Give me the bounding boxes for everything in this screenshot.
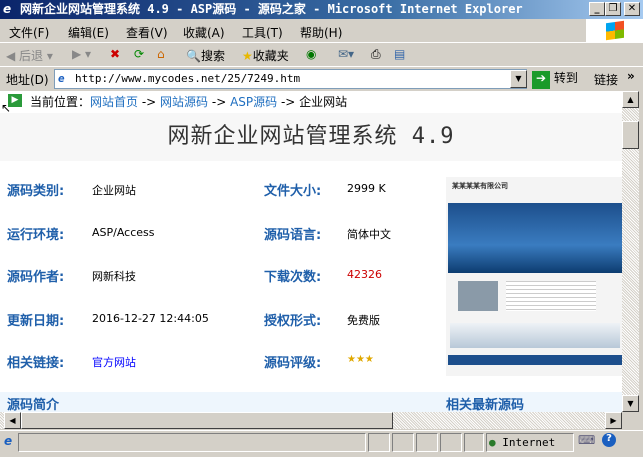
menu-bar: 文件(F) 编辑(E) 查看(V) 收藏(A) 工具(T) 帮助(H) [0, 19, 643, 43]
search-button[interactable]: 🔍搜索 [186, 47, 225, 64]
toolbar: ◀ 后退 ▾ ▶ ▾ ✖ ⟳ ⌂ 🔍搜索 ★收藏夹 ◉ ✉▾ ⎙ ▤ [0, 43, 643, 67]
home-icon[interactable]: ⌂ [157, 47, 165, 61]
chevron-right-icon[interactable]: » [627, 69, 635, 83]
breadcrumb: 当前位置：网站首页 -> 网站源码 -> ASP源码 -> 企业网站 [30, 95, 348, 109]
scroll-thumb[interactable] [622, 121, 639, 149]
status-bar: e ● Internet ⌨ ? [0, 430, 643, 452]
ie-icon: e [3, 2, 12, 16]
menu-file[interactable]: 文件(F) [9, 24, 49, 41]
globe-icon: ● [489, 436, 496, 449]
menu-favorites[interactable]: 收藏(A) [183, 24, 225, 41]
zone-indicator: ● Internet [486, 433, 574, 452]
vertical-scrollbar[interactable]: ▲ ▼ [622, 91, 639, 412]
field-label: 文件大小: [264, 184, 322, 199]
windows-logo [586, 19, 643, 42]
field-label: 下载次数: [264, 270, 322, 285]
menu-view[interactable]: 查看(V) [126, 24, 168, 41]
field-label: 源码作者: [7, 270, 65, 285]
field-value: 2999 K [347, 182, 386, 195]
window-title: 网新企业网站管理系统 4.9 - ASP源码 - 源码之家 - Microsof… [20, 2, 523, 16]
maximize-button[interactable]: ❐ [605, 2, 621, 16]
keyboard-icon[interactable]: ⌨ [578, 433, 595, 447]
field-value: 企业网站 [92, 184, 136, 197]
go-button[interactable]: ➔ 转到 [532, 69, 578, 89]
horizontal-scrollbar[interactable]: ◀ ▶ [0, 412, 622, 429]
mail-icon[interactable]: ✉▾ [338, 47, 354, 61]
download-count: 42326 [347, 268, 382, 281]
field-label: 源码语言: [264, 228, 322, 243]
address-dropdown[interactable]: ▼ [510, 70, 527, 88]
title-bar: 网新企业网站管理系统 4.9 - ASP源码 - 源码之家 - Microsof… [0, 0, 643, 19]
minimize-button[interactable]: _ [589, 2, 605, 16]
field-value: ASP/Access [92, 226, 155, 239]
field-value: 简体中文 [347, 228, 391, 241]
official-site-link[interactable]: 官方网站 [92, 354, 136, 370]
screenshot-company: 某某某某有限公司 [452, 182, 508, 190]
field-label: 更新日期: [7, 314, 65, 329]
breadcrumb-asp[interactable]: ASP源码 [230, 95, 277, 109]
address-input[interactable]: e http://www.mycodes.net/25/7249.htm [54, 69, 527, 89]
print-icon[interactable]: ⎙ [371, 47, 381, 62]
section-intro-heading: 源码简介 [7, 398, 60, 412]
section-related-heading: 相关最新源码 [446, 398, 525, 412]
scroll-up-button[interactable]: ▲ [622, 91, 639, 108]
menu-edit[interactable]: 编辑(E) [68, 24, 109, 41]
scroll-down-button[interactable]: ▼ [622, 395, 639, 412]
rating-stars: ★★★ [347, 354, 374, 365]
stop-button[interactable]: ✖ [110, 47, 120, 61]
field-label: 授权形式: [264, 314, 322, 329]
field-label: 运行环境: [7, 228, 65, 243]
field-value: 2016-12-27 12:44:05 [92, 312, 209, 325]
field-value: 免费版 [347, 314, 380, 327]
refresh-icon[interactable]: ⟳ [134, 47, 144, 61]
hscroll-thumb[interactable] [21, 412, 393, 429]
edit-icon[interactable]: ▤ [394, 47, 405, 61]
cursor-icon: ↖ [1, 101, 12, 115]
history-icon[interactable]: ◉ [306, 47, 316, 61]
field-label: 源码评级: [264, 356, 322, 371]
page-title: 网新企业网站管理系统 4.9 [0, 113, 622, 161]
close-button[interactable]: ✕ [624, 2, 640, 16]
back-button[interactable]: ◀ 后退 ▾ [6, 47, 53, 64]
breadcrumb-source[interactable]: 网站源码 [160, 95, 208, 109]
scroll-right-button[interactable]: ▶ [605, 412, 622, 429]
page-content: ▶ 当前位置：网站首页 -> 网站源码 -> ASP源码 -> 企业网站 网新企… [0, 91, 622, 412]
scroll-left-button[interactable]: ◀ [4, 412, 21, 429]
page-icon: e [58, 72, 65, 85]
links-button[interactable]: 链接 [594, 71, 618, 88]
help-icon[interactable]: ? [602, 433, 616, 447]
field-label: 源码类别: [7, 184, 65, 199]
forward-button[interactable]: ▶ ▾ [72, 47, 91, 61]
page-status-icon: e [4, 434, 13, 448]
source-screenshot[interactable]: 某某某某有限公司 [446, 177, 622, 376]
favorites-button[interactable]: ★收藏夹 [242, 47, 289, 64]
breadcrumb-home[interactable]: 网站首页 [90, 95, 138, 109]
menu-tools[interactable]: 工具(T) [242, 24, 283, 41]
address-label: 地址(D) [6, 73, 49, 87]
field-label: 相关链接: [7, 356, 65, 371]
field-value: 网新科技 [92, 270, 136, 283]
menu-help[interactable]: 帮助(H) [300, 24, 342, 41]
star-icon: ★ [242, 49, 253, 63]
